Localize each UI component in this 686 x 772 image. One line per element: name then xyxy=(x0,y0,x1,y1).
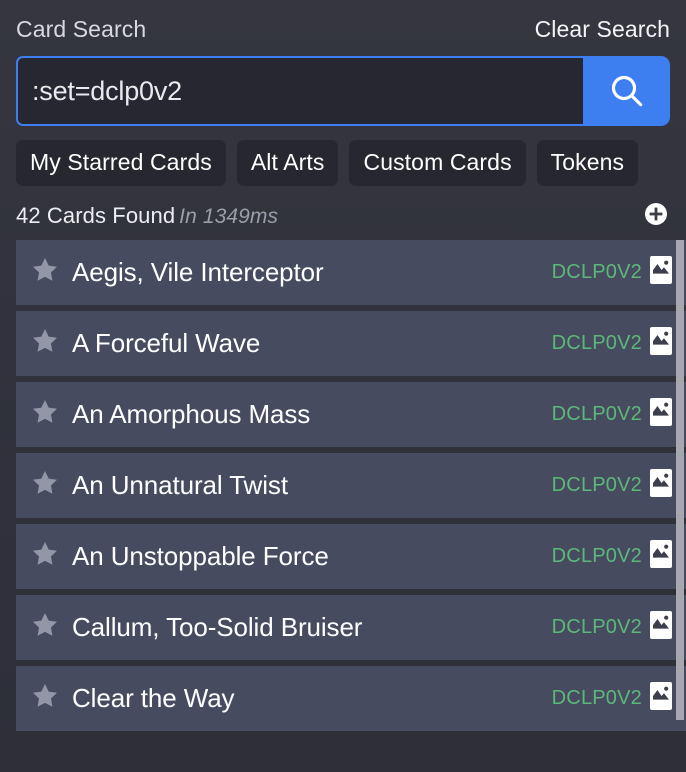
card-name: Clear the Way xyxy=(72,682,235,713)
card-row[interactable]: Clear the Way DCLP0V2 xyxy=(16,665,686,731)
card-image-icon[interactable] xyxy=(650,539,672,573)
star-icon[interactable] xyxy=(30,539,60,574)
plus-circle-icon[interactable] xyxy=(644,202,668,231)
card-set-code: DCLP0V2 xyxy=(551,686,642,709)
card-image-icon[interactable] xyxy=(650,255,672,289)
filter-chip-alt-arts[interactable]: Alt Arts xyxy=(236,140,339,186)
card-list-container: Aegis, Vile Interceptor DCLP0V2 A Forcef… xyxy=(0,239,686,772)
star-icon[interactable] xyxy=(30,397,60,432)
filter-chip-row: My Starred Cards Alt Arts Custom Cards T… xyxy=(0,126,686,186)
card-list-scrollbar-thumb[interactable] xyxy=(676,239,684,720)
card-list-scrollbar[interactable] xyxy=(672,239,686,772)
filter-chip-tokens[interactable]: Tokens xyxy=(536,140,639,186)
search-input-container[interactable] xyxy=(16,56,583,126)
filter-chip-my-starred-cards[interactable]: My Starred Cards xyxy=(16,140,226,186)
card-row[interactable]: An Unstoppable Force DCLP0V2 xyxy=(16,523,686,589)
card-row[interactable]: An Amorphous Mass DCLP0V2 xyxy=(16,381,686,447)
card-name: Callum, Too-Solid Bruiser xyxy=(72,611,363,642)
search-submit-button[interactable] xyxy=(583,56,670,126)
card-image-icon[interactable] xyxy=(650,397,672,431)
card-name: A Forceful Wave xyxy=(72,327,261,358)
card-set-code: DCLP0V2 xyxy=(551,260,642,283)
star-icon[interactable] xyxy=(30,610,60,645)
card-search-app: Card Search Clear Search My Starred Card… xyxy=(0,0,686,772)
card-name: Aegis, Vile Interceptor xyxy=(72,256,324,287)
results-summary-bar: 42 Cards Found In 1349ms xyxy=(0,186,686,240)
star-icon[interactable] xyxy=(30,681,60,716)
card-row[interactable]: Aegis, Vile Interceptor DCLP0V2 xyxy=(16,239,686,305)
results-count: 42 Cards Found xyxy=(16,203,176,229)
card-image-icon[interactable] xyxy=(650,681,672,715)
results-time: In 1349ms xyxy=(179,205,279,229)
search-bar xyxy=(16,56,670,126)
card-name: An Amorphous Mass xyxy=(72,398,311,429)
card-list: Aegis, Vile Interceptor DCLP0V2 A Forcef… xyxy=(16,239,686,731)
filter-chip-custom-cards[interactable]: Custom Cards xyxy=(349,140,526,186)
card-name: An Unnatural Twist xyxy=(72,469,288,500)
star-icon[interactable] xyxy=(30,326,60,361)
search-input[interactable] xyxy=(32,75,569,107)
card-row[interactable]: A Forceful Wave DCLP0V2 xyxy=(16,310,686,376)
card-image-icon[interactable] xyxy=(650,468,672,502)
star-icon[interactable] xyxy=(30,468,60,503)
results-count-line: 42 Cards Found In 1349ms xyxy=(16,203,278,229)
card-set-code: DCLP0V2 xyxy=(551,615,642,638)
card-name: An Unstoppable Force xyxy=(72,540,329,571)
card-image-icon[interactable] xyxy=(650,610,672,644)
card-set-code: DCLP0V2 xyxy=(551,402,642,425)
clear-search-button[interactable]: Clear Search xyxy=(535,16,670,43)
card-row[interactable]: Callum, Too-Solid Bruiser DCLP0V2 xyxy=(16,594,686,660)
card-image-icon[interactable] xyxy=(650,326,672,360)
card-set-code: DCLP0V2 xyxy=(551,473,642,496)
card-row[interactable]: An Unnatural Twist DCLP0V2 xyxy=(16,452,686,518)
search-icon xyxy=(607,71,647,111)
star-icon[interactable] xyxy=(30,255,60,290)
search-header: Card Search Clear Search xyxy=(0,0,686,43)
card-set-code: DCLP0V2 xyxy=(551,331,642,354)
card-set-code: DCLP0V2 xyxy=(551,544,642,567)
page-title: Card Search xyxy=(16,16,147,42)
